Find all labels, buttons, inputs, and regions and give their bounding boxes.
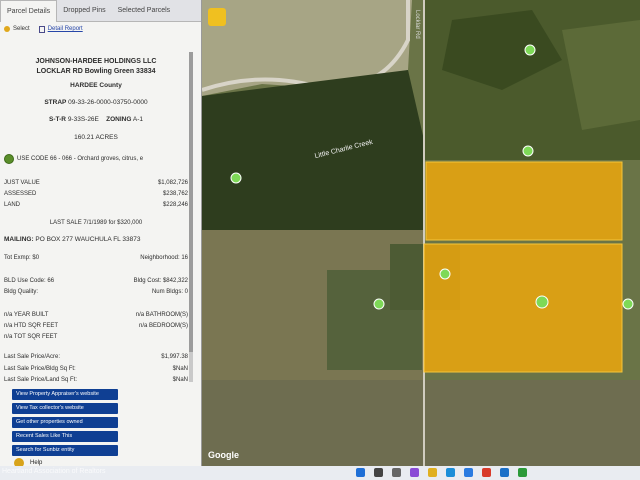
bld-use-value: 66 [47,278,55,284]
acres-value: 160.21 ACRES [74,134,118,141]
select-label[interactable]: Select [13,26,30,32]
building-block: BLD Use Code: 66 Bldg Cost: $842,322 Bld… [4,276,188,298]
bedrooms: n/a BEDROOM(S) [138,323,188,329]
parcel-panel: Parcel Details Dropped Pins Selected Par… [0,0,202,468]
tot-sqft: n/a TOT SQR FEET [4,334,58,340]
assessed-value: $238,762 [162,191,188,197]
exemption-row: Tot Exmp: $0 Neighborhood: 16 [4,255,188,261]
last-sale-for: for [108,220,116,226]
search-icon[interactable] [374,468,383,477]
sunbiz-search-button[interactable]: Search for Sunbiz entity [12,445,118,456]
price-block: Last Sale Price/Acre: $1,997.38 Last Sale… [4,352,188,387]
tab-selected-parcels[interactable]: Selected Parcels [112,0,177,22]
values-block: JUST VALUE $1,082,726 ASSESSED $238,762 LA… [4,178,188,211]
scrollbar-thumb[interactable] [189,52,193,352]
mail-icon[interactable] [500,468,509,477]
strap-value: 09-33-26-0000-03750-0000 [68,99,148,106]
start-icon[interactable] [356,468,365,477]
str-label: S-T-R [49,116,66,123]
mailing-value: PO BOX 277 WAUCHULA FL 33873 [35,236,141,243]
locate-icon[interactable] [208,8,226,26]
mailing-label: MAILING: [4,236,34,243]
htd-sqft: n/a HTD SQR FEET [4,323,59,329]
price-bldg-value: $NaN [172,365,188,372]
num-bldgs-value: 0 [184,289,188,295]
num-bldgs-label: Num Bldgs: [151,289,183,295]
detail-report-link[interactable]: Detail Report [48,26,83,32]
building-details: n/a YEAR BUILT n/a BATHROOM(S) n/a HTD SQ… [4,310,188,343]
last-sale-label: LAST SALE [49,220,82,226]
panel-toolbar: Select Detail Report [0,22,201,36]
use-code-row: USE CODE 66 - 066 - Orchard groves, citr… [4,154,188,164]
zoning-label: ZONING [106,116,132,123]
road-label: Locklar Rd [414,10,420,39]
recent-sales-button[interactable]: Recent Sales Like This [12,431,118,442]
google-logo: Google [208,450,239,460]
store-icon[interactable] [464,468,473,477]
edge-icon[interactable] [446,468,455,477]
county-name: HARDEE County [70,82,122,89]
chat-icon[interactable] [410,468,419,477]
watermark: Heartland Association of Realtors [2,468,106,475]
land-label: LAND [4,202,21,208]
tab-dropped-pins[interactable]: Dropped Pins [57,0,111,22]
just-value: $1,082,726 [157,180,188,186]
neighborhood-value: 16 [181,255,188,261]
bld-use-label: BLD Use Code: [4,278,46,284]
other-properties-button[interactable]: Get other properties owned [12,417,118,428]
tot-exmp-label: Tot Exmp: [4,255,31,261]
map-imagery [202,0,640,468]
last-sale-amount: $320,000 [117,220,143,226]
str-value: 9-33S-26E [67,116,99,123]
assessed-label: ASSESSED [4,191,37,197]
use-code-text: USE CODE 66 - 066 - Orchard groves, citr… [17,156,144,162]
tab-parcel-details[interactable]: Parcel Details [0,0,58,22]
land-value: $228,246 [162,202,188,208]
file-explorer-icon[interactable] [428,468,437,477]
panel-scrollbar[interactable] [189,52,193,382]
mailing-row: MAILING: PO BOX 277 WAUCHULA FL 33873 [4,236,188,243]
zoning-value: A-1 [132,116,143,123]
office-icon[interactable] [482,468,491,477]
tot-exmp-value: $0 [32,255,40,261]
select-icon[interactable] [4,26,10,32]
view-tax-collector-button[interactable]: View Tax collector's website [12,403,118,414]
owner-name: JOHNSON-HARDEE HOLDINGS LLC [35,58,157,65]
owner-address: LOCKLAR RD Bowling Green 33834 [36,68,156,75]
task-view-icon[interactable] [392,468,401,477]
report-icon[interactable] [38,25,45,33]
year-built: n/a YEAR BUILT [4,312,49,318]
view-appraiser-button[interactable]: View Property Appraiser's website [12,389,118,400]
bldg-cost-value: $842,322 [162,278,188,284]
price-land-label: Last Sale Price/Land Sq Ft: [4,377,78,383]
bathrooms: n/a BATHROOM(S) [135,312,188,318]
price-acre-value: $1,997.38 [161,354,188,360]
neighborhood-label: Neighborhood: [140,255,180,261]
bldg-quality-label: Bldg Quality: [4,289,39,295]
strap-label: STRAP [44,99,67,106]
str-row: S-T-R 9-33S-26E ZONING A-1 [4,116,188,123]
action-buttons: View Property Appraiser's website View T… [12,389,118,459]
price-land-value: $NaN [172,377,188,383]
bldg-cost-label: Bldg Cost: [133,278,162,284]
use-code-icon [4,154,14,164]
last-sale-row: LAST SALE 7/1/1989 for $320,000 [4,220,188,226]
app-icon[interactable] [518,468,527,477]
satellite-map[interactable]: Locklar Rd Little Charlie Creek Google [202,0,640,468]
strap-row: STRAP 09-33-26-0000-03750-0000 [4,99,188,106]
last-sale-date: 7/1/1989 [83,220,107,226]
price-bldg-label: Last Sale Price/Bldg Sq Ft: [4,365,76,372]
panel-tabs: Parcel Details Dropped Pins Selected Par… [0,0,201,22]
price-acre-label: Last Sale Price/Acre: [4,354,61,360]
just-value-label: JUST VALUE [4,180,40,186]
